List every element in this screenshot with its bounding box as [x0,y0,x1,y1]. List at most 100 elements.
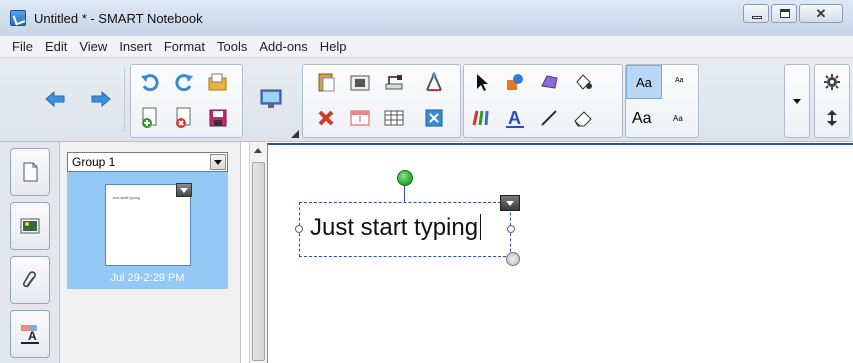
edit-group [302,64,461,138]
page-thumbnail-card[interactable]: Just start typing Jul 29-2:29 PM [67,172,228,289]
insert-table-button[interactable] [381,105,407,131]
menu-view[interactable]: View [73,39,113,54]
tools-group: A [463,64,623,138]
text-style-large-label: Aa [636,75,652,90]
paste-button[interactable] [313,69,339,95]
text-box-content[interactable]: Just start typing [310,214,482,242]
rotation-handle[interactable] [397,170,413,186]
text-style-small[interactable]: Aa [662,65,698,99]
delete-button[interactable] [313,105,339,131]
close-square-icon [425,109,443,127]
minimize-button[interactable] [743,4,769,23]
menu-format[interactable]: Format [158,39,211,54]
page-thumbnail[interactable]: Just start typing [105,183,192,266]
window-controls: ✕ [743,4,843,23]
svg-text:A: A [508,108,521,128]
move-toolbar-button[interactable] [819,105,845,131]
document-camera-button[interactable] [381,69,407,95]
gallery-icon [20,218,40,234]
select-button[interactable] [468,69,494,95]
scroll-thumb[interactable] [252,162,265,361]
toolbar-options-group [814,64,850,138]
chevron-down-icon [180,187,188,193]
group-dropdown-button[interactable] [210,154,226,170]
lines-button[interactable] [536,105,562,131]
measurement-tools-icon [426,71,442,91]
display-screens-button[interactable] [258,86,284,112]
chevron-down-icon [793,99,801,104]
forward-button[interactable] [88,86,114,112]
undo-icon [141,74,159,91]
save-icon [209,109,227,127]
eraser-button[interactable] [570,105,596,131]
redo-button[interactable] [171,69,197,95]
page-date: Jul 29-2:29 PM [110,272,185,284]
text-style-large-selected[interactable]: Aa [626,65,662,99]
menu-file[interactable]: File [6,39,39,54]
text-button[interactable]: A [502,105,528,131]
properties-icon: A [21,325,39,344]
eraser-icon [574,111,592,127]
text-icon: A [506,108,524,128]
redo-icon [175,74,193,91]
menu-bar: File Edit View Insert Format Tools Add-o… [0,36,853,58]
gallery-tab[interactable] [10,202,50,250]
group-label: Group 1 [72,155,116,169]
toolbar-dropdown[interactable] [784,64,810,138]
screen-shade-button[interactable] [347,105,373,131]
customize-toolbar-button[interactable] [819,69,845,95]
up-down-arrow-icon [827,110,837,126]
menu-help[interactable]: Help [314,39,353,54]
menu-edit[interactable]: Edit [39,39,73,54]
fill-button[interactable] [570,69,596,95]
lines-icon [541,110,557,126]
menu-tools[interactable]: Tools [211,39,253,54]
polygon-button[interactable] [536,69,562,95]
chevron-down-icon [214,159,222,165]
text-box-menu-button[interactable] [500,195,520,211]
side-tabs: A [0,142,60,363]
maximize-button[interactable] [771,4,797,23]
save-button[interactable] [205,105,231,131]
scroll-up-icon[interactable] [254,148,262,153]
open-file-button[interactable] [205,69,231,95]
page-sorter-scrollbar[interactable] [249,142,267,363]
page-sorter-tab[interactable] [10,148,50,196]
gear-icon [824,74,840,90]
smart-notebook-icon [10,10,26,26]
menu-addons[interactable]: Add-ons [253,39,313,54]
group-select[interactable]: Group 1 [67,152,228,172]
text-box[interactable]: Just start typing [299,202,511,257]
text-style-large-2[interactable]: Aa [626,101,662,135]
new-page-icon [142,107,157,128]
document-camera-icon [385,75,403,90]
pages-icon [23,162,38,182]
shapes-button[interactable] [502,69,528,95]
close-button[interactable]: ✕ [799,4,843,23]
open-file-icon [208,73,227,91]
thumbnail-menu-button[interactable] [176,183,192,197]
rotation-stem [404,185,405,203]
text-style-small-label: Aa [675,77,684,84]
menu-insert[interactable]: Insert [113,39,158,54]
back-button[interactable] [42,86,68,112]
resize-handle[interactable] [506,252,520,266]
window-title: Untitled * - SMART Notebook [34,11,203,26]
pens-button[interactable] [468,105,494,131]
measurement-tools-button[interactable] [421,69,447,95]
paste-icon [318,73,335,92]
undo-button[interactable] [137,69,163,95]
properties-tab[interactable]: A [10,310,50,358]
new-page-button[interactable] [137,105,163,131]
attachments-tab[interactable] [10,256,50,304]
text-style-small-2[interactable]: Aa [662,101,698,135]
select-icon [477,74,488,91]
back-arrow-icon [45,90,65,108]
left-side-handle[interactable] [295,225,303,233]
right-side-handle[interactable] [507,225,515,233]
toolbar: A Aa Aa Aa Aa [0,58,853,142]
screen-capture-button[interactable] [347,69,373,95]
delete-page-button[interactable] [171,105,197,131]
close-table-button[interactable] [421,105,447,131]
text-cursor [480,214,482,240]
